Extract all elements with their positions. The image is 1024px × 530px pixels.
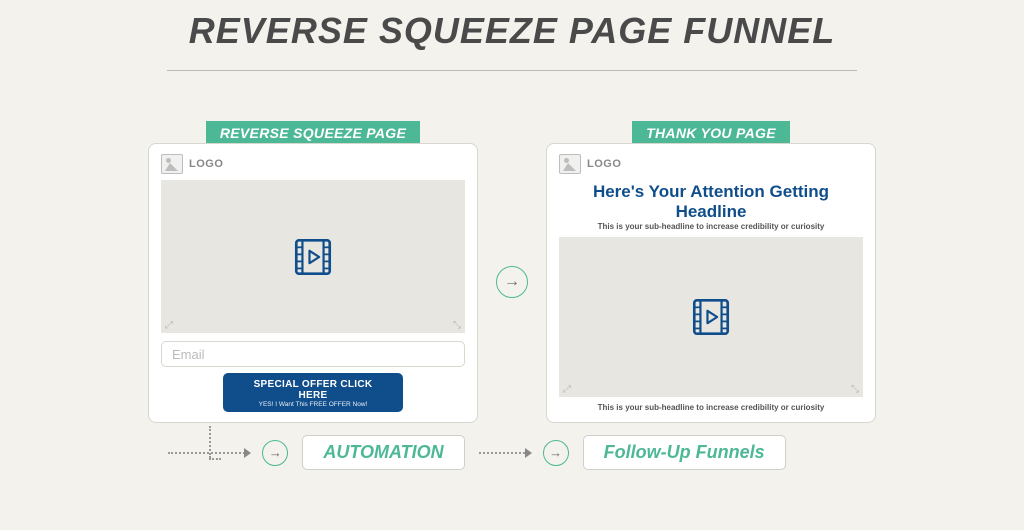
automation-flow-row: → AUTOMATION → Follow-Up Funnels — [0, 435, 984, 470]
image-placeholder-icon — [161, 154, 183, 174]
logo-text: LOGO — [189, 158, 223, 170]
squeeze-page-mock: LOGO — [148, 143, 478, 423]
thankyou-page-mock: LOGO Here's Your Attention Getting Headl… — [546, 143, 876, 423]
squeeze-page-label: REVERSE SQUEEZE PAGE — [206, 121, 420, 145]
resize-handle-icon: ⤢ — [165, 320, 173, 331]
arrow-head-icon — [525, 448, 532, 458]
logo-row: LOGO — [161, 154, 465, 174]
resize-handle-icon: ⤡ — [453, 320, 461, 331]
logo-text: LOGO — [587, 158, 621, 170]
video-icon — [689, 295, 733, 339]
arrow-right-icon: → — [262, 440, 288, 466]
video-placeholder: ⤢ ⤡ — [559, 237, 863, 397]
headline-text: Here's Your Attention Getting Headline — [559, 182, 863, 222]
dotted-connector — [168, 452, 248, 454]
diagram-row: REVERSE SQUEEZE PAGE LOGO — [40, 121, 984, 423]
bottom-subheadline-text: This is your sub-headline to increase cr… — [559, 403, 863, 412]
email-input-mock: Email — [161, 341, 465, 367]
subheadline-text: This is your sub-headline to increase cr… — [559, 222, 863, 231]
video-icon — [291, 235, 335, 279]
arrow-right-icon: → — [543, 440, 569, 466]
arrow-head-icon — [244, 448, 251, 458]
logo-row: LOGO — [559, 154, 863, 174]
divider — [167, 70, 857, 71]
thankyou-page-group: THANK YOU PAGE LOGO Here's Your Attentio… — [546, 121, 876, 423]
page-title: REVERSE SQUEEZE PAGE FUNNEL — [40, 10, 984, 52]
followup-box: Follow-Up Funnels — [583, 435, 786, 470]
dotted-connector — [479, 452, 529, 454]
image-placeholder-icon — [559, 154, 581, 174]
automation-box: AUTOMATION — [302, 435, 464, 470]
resize-handle-icon: ⤡ — [851, 384, 859, 395]
cta-sub-text: YES! I Want This FREE OFFER Now! — [239, 401, 387, 408]
cta-main-text: SPECIAL OFFER CLICK HERE — [239, 379, 387, 401]
resize-handle-icon: ⤢ — [563, 384, 571, 395]
thankyou-page-label: THANK YOU PAGE — [632, 121, 790, 145]
cta-button-mock: SPECIAL OFFER CLICK HERE YES! I Want Thi… — [223, 373, 403, 412]
squeeze-page-group: REVERSE SQUEEZE PAGE LOGO — [148, 121, 478, 423]
video-placeholder: ⤢ ⤡ — [161, 180, 465, 333]
arrow-right-icon: → — [496, 266, 528, 298]
